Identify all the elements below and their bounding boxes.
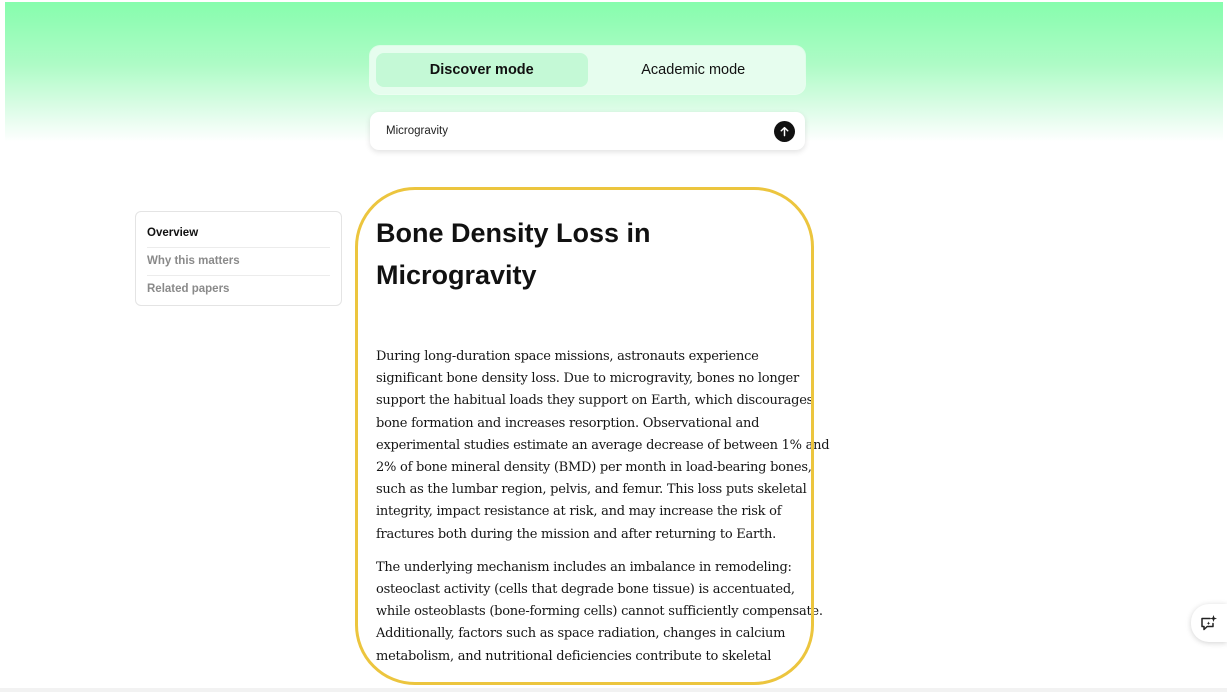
paragraph-line: osteoclast activity (cells that degrade … (376, 582, 795, 598)
article-content: Bone Density Loss in Microgravity During… (376, 212, 830, 679)
paragraph-line: 2% of bone mineral density (BMD) per mon… (376, 460, 812, 476)
toc-item-why-this-matters[interactable]: Why this matters (147, 248, 330, 276)
paragraph-line: such as the lumbar region, pelvis, and f… (376, 482, 807, 498)
discover-mode-button[interactable]: Discover mode (376, 53, 588, 87)
paragraph-line: fractures both during the mission and af… (376, 526, 776, 542)
paragraph-line: bone formation and increases resorption.… (376, 415, 760, 431)
paragraph-line: Additionally, factors such as space radi… (376, 626, 786, 642)
article-title: Bone Density Loss in Microgravity (376, 218, 651, 290)
mode-toggle: Discover mode Academic mode (370, 46, 805, 94)
paragraph-line: integrity, impact resistance at risk, an… (376, 504, 782, 520)
ai-assistant-button[interactable] (1191, 604, 1227, 642)
paragraph-line: significant bone density loss. Due to mi… (376, 371, 799, 387)
paragraph-line: experimental studies estimate an average… (376, 437, 830, 453)
academic-mode-button[interactable]: Academic mode (588, 53, 800, 87)
paragraph-line: while osteoblasts (bone-forming cells) c… (376, 604, 823, 620)
paragraph-line: support the habitual loads they support … (376, 393, 814, 409)
paragraph-line: The underlying mechanism includes an imb… (376, 559, 792, 575)
table-of-contents: Overview Why this matters Related papers (135, 211, 342, 306)
paragraph-line: During long-duration space missions, ast… (376, 349, 759, 364)
submit-button[interactable] (774, 120, 795, 142)
paragraph-line: metabolism, and nutritional deficiencies… (376, 648, 772, 664)
article-paragraph-2: The underlying mechanism includes an imb… (376, 557, 823, 668)
arrow-up-icon (780, 126, 789, 136)
toc-item-overview[interactable]: Overview (147, 220, 330, 248)
article-paragraph-1: During long-duration space missions, ast… (376, 346, 830, 546)
bottom-divider (0, 688, 1227, 692)
sparkle-chat-icon (1201, 615, 1217, 631)
toc-item-related-papers[interactable]: Related papers (147, 276, 330, 304)
search-input[interactable] (386, 125, 774, 137)
search-bar (370, 112, 805, 150)
